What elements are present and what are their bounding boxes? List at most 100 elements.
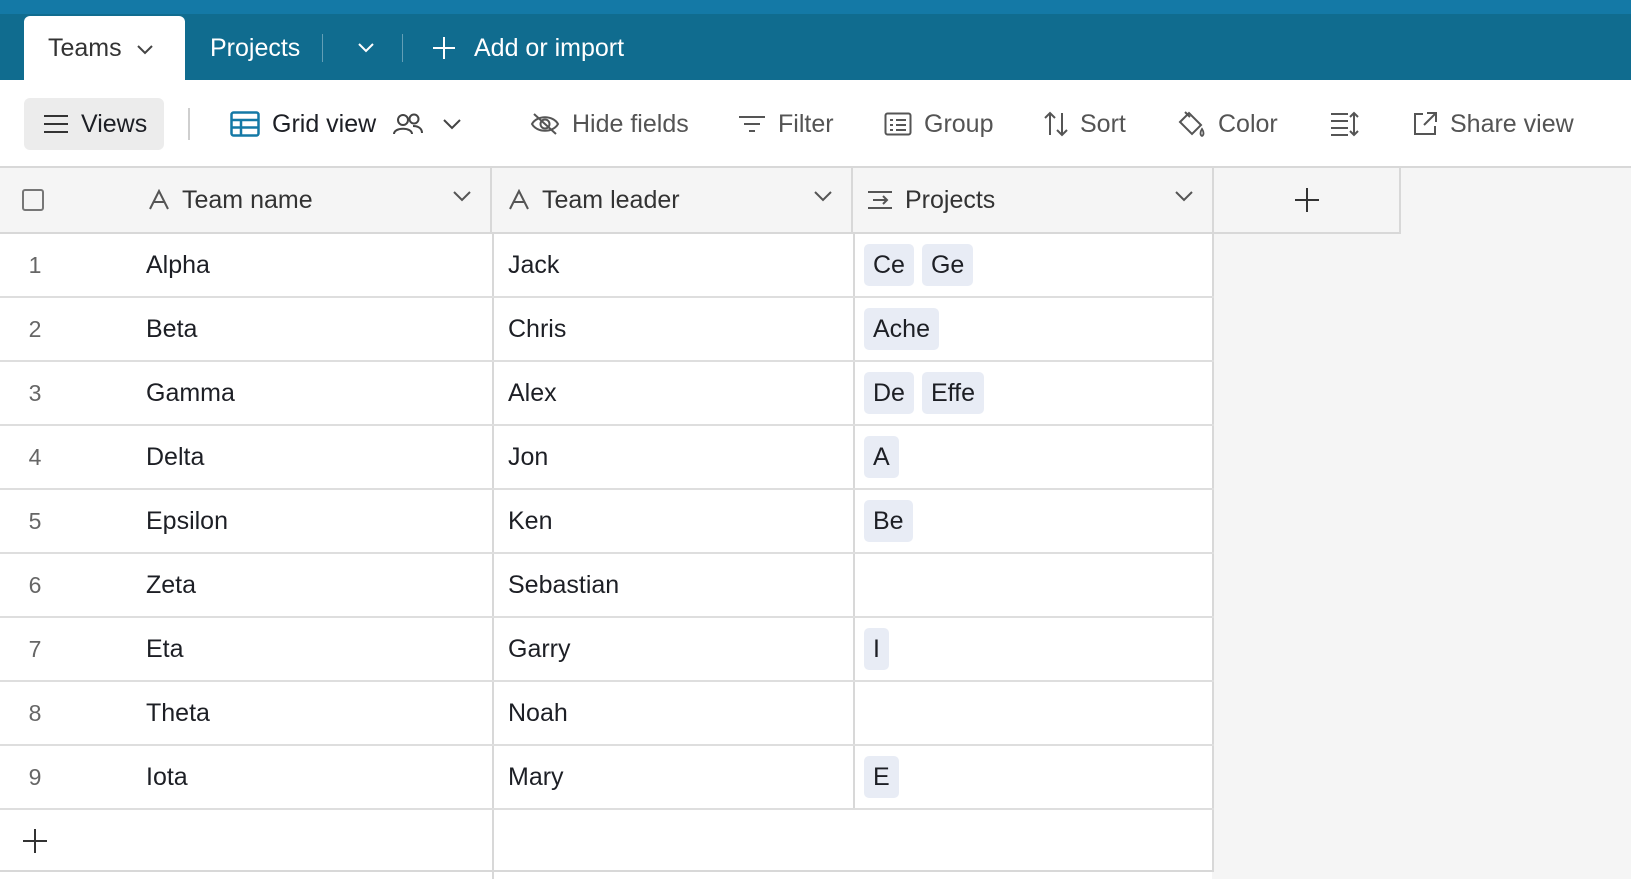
linked-project-chip[interactable]: De [864,372,914,414]
linked-project-chip[interactable]: Ce [864,244,914,286]
cell-projects[interactable] [853,554,1214,616]
eye-slash-icon [530,113,560,135]
grid-icon [230,111,260,137]
tab-projects[interactable]: Projects [210,16,300,80]
linked-project-chip[interactable]: Be [864,500,913,542]
row-number: 6 [28,571,42,598]
add-or-import-button[interactable]: Add or import [432,16,624,80]
cell-team-name[interactable]: Delta [146,426,486,488]
tab-teams[interactable]: Teams [24,16,185,80]
cell-projects[interactable]: E [853,746,1214,808]
cell-team-leader[interactable]: Jon [492,426,853,488]
linked-project-chip[interactable]: A [864,436,899,478]
linked-project-chip[interactable]: Ge [921,244,974,286]
cell-team-leader[interactable]: Mary [492,746,853,808]
grid-view-selector[interactable]: Grid view [230,98,474,150]
view-toolbar: Views Grid view Hide fields Filter Group… [0,80,1631,168]
toolbar-divider [188,108,190,140]
text-field-icon [509,189,529,210]
row-number: 9 [28,763,42,790]
filter-button[interactable]: Filter [738,98,834,150]
row-number: 1 [28,251,42,278]
linked-project-chip[interactable]: Ache [864,308,939,350]
column-header-team-leader[interactable]: Team leader [492,168,853,234]
filter-label: Filter [778,109,834,138]
cell-team-leader[interactable]: Garry [492,618,853,680]
hamburger-menu-icon [44,115,68,133]
chevron-down-icon[interactable] [1174,190,1194,202]
cell-projects[interactable] [853,682,1214,744]
group-button[interactable]: Group [884,98,993,150]
table-row[interactable]: 9 Iota Mary E [0,746,1214,810]
cell-team-leader[interactable]: Alex [492,362,853,424]
chevron-down-icon[interactable] [442,118,462,130]
table-row[interactable]: 5 Epsilon Ken Be [0,490,1214,554]
chevron-down-icon[interactable] [136,34,154,63]
share-view-button[interactable]: Share view [1412,98,1574,150]
table-row[interactable]: 6 Zeta Sebastian [0,554,1214,618]
cell-projects[interactable]: Ache [853,298,1214,360]
cell-team-name[interactable]: Eta [146,618,486,680]
row-number: 3 [28,379,42,406]
add-record-row[interactable] [0,810,1214,872]
tab-divider [322,34,323,62]
cell-team-leader[interactable]: Noah [492,682,853,744]
cell-team-name[interactable]: Beta [146,298,486,360]
table-row[interactable]: 8 Theta Noah [0,682,1214,746]
linked-project-chip[interactable]: E [864,756,899,798]
cell-projects[interactable]: Ce Ge [853,234,1214,296]
cell-team-name[interactable]: Zeta [146,554,486,616]
cell-projects[interactable]: Be [853,490,1214,552]
cell-projects[interactable]: I [853,618,1214,680]
plus-icon [1294,188,1319,212]
cell-team-name[interactable]: Epsilon [146,490,486,552]
column-header-team-name[interactable]: Team name [0,168,492,234]
column-label-team-name: Team name [182,185,313,214]
sort-arrows-icon [1044,111,1068,137]
cell-team-name[interactable]: Iota [146,746,486,808]
cell-projects[interactable]: De Effe [853,362,1214,424]
views-button[interactable]: Views [24,98,164,150]
column-divider [1212,810,1214,872]
chevron-down-icon[interactable] [813,190,833,202]
table-row[interactable]: 2 Beta Chris Ache [0,298,1214,362]
table-row[interactable]: 4 Delta Jon A [0,426,1214,490]
color-button[interactable]: Color [1176,98,1278,150]
cell-team-leader[interactable]: Chris [492,298,853,360]
share-view-label: Share view [1450,109,1574,138]
grid-view-label: Grid view [272,109,377,138]
select-all-checkbox[interactable] [22,189,44,211]
tab-teams-label: Teams [48,33,122,62]
row-number: 2 [28,315,42,342]
row-number: 4 [28,443,42,470]
cell-team-leader[interactable]: Sebastian [492,554,853,616]
linked-project-chip[interactable]: I [864,628,889,670]
tab-divider [402,34,403,62]
cell-team-name[interactable]: Gamma [146,362,486,424]
column-label-team-leader: Team leader [542,185,680,214]
hide-fields-label: Hide fields [572,109,689,138]
linked-project-chip[interactable]: Effe [921,372,984,414]
row-height-button[interactable] [1330,98,1372,150]
hide-fields-button[interactable]: Hide fields [530,98,689,150]
column-divider [492,810,494,872]
cell-team-leader[interactable]: Ken [492,490,853,552]
cell-team-name[interactable]: Theta [146,682,486,744]
add-field-button[interactable] [1214,168,1401,234]
table-row[interactable]: 1 Alpha Jack Ce Ge [0,234,1214,298]
row-number: 8 [28,699,42,726]
cell-projects[interactable]: A [853,426,1214,488]
table-row[interactable]: 3 Gamma Alex De Effe [0,362,1214,426]
chevron-down-icon[interactable] [452,190,472,202]
row-number: 5 [28,507,42,534]
tables-menu-chevron-icon[interactable] [350,32,382,64]
cell-team-name[interactable]: Alpha [146,234,486,296]
collaborative-users-icon [393,113,424,135]
sort-label: Sort [1080,109,1126,138]
grid-footer-space [0,872,492,879]
column-header-projects[interactable]: Projects [853,168,1214,234]
cell-team-leader[interactable]: Jack [492,234,853,296]
sort-button[interactable]: Sort [1044,98,1126,150]
group-icon [884,112,912,136]
table-row[interactable]: 7 Eta Garry I [0,618,1214,682]
